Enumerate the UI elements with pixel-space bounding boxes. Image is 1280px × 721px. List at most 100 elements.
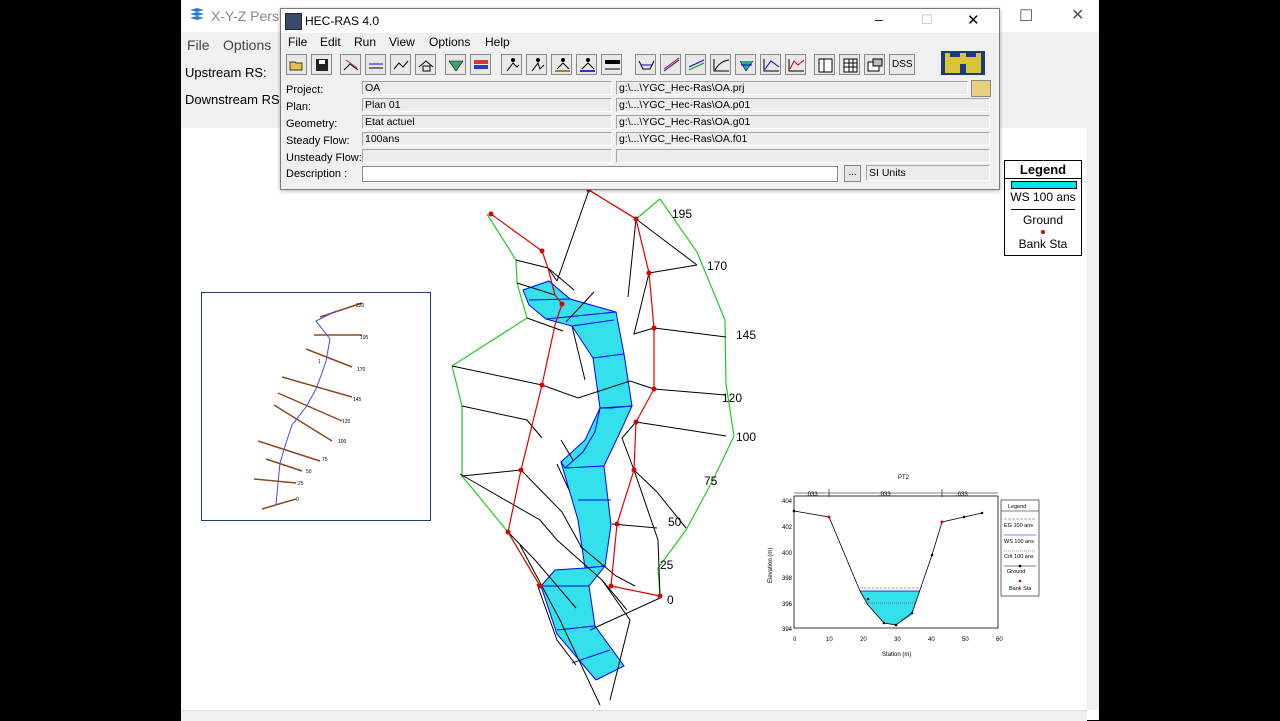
water-surface-mid: [560, 405, 633, 569]
xs-ylabel: Elevation (m): [768, 548, 774, 583]
downstream-rs-label: Downstream RS:: [185, 92, 284, 107]
open-icon[interactable]: [286, 54, 307, 75]
xs-ytick: 396: [782, 602, 793, 608]
app-icon: [189, 7, 205, 26]
window-title: X-Y-Z Persp: [211, 8, 287, 24]
profile-table-icon[interactable]: [839, 54, 860, 75]
save-icon[interactable]: [311, 54, 332, 75]
menu-edit[interactable]: Edit: [320, 35, 341, 49]
plan-view-inset: 220 195 170 145 120 100 75 50 25 0 1: [201, 292, 431, 521]
inset-station-label: 75: [322, 457, 328, 463]
inset-station-label: 120: [342, 419, 351, 425]
sediment-analysis-icon[interactable]: [551, 54, 572, 75]
legend-title: Legend: [1019, 162, 1067, 177]
quasi-unsteady-icon[interactable]: [415, 54, 436, 75]
xs-ytick: 402: [782, 525, 793, 531]
vertical-scrollbar[interactable]: [1087, 128, 1099, 710]
bank-swatch: [1041, 230, 1045, 234]
xs-xlabel: Station (m): [882, 652, 911, 658]
cross-section-plot-icon[interactable]: [635, 54, 656, 75]
description-input[interactable]: [362, 166, 838, 182]
hydrograph-icon[interactable]: [785, 54, 806, 75]
station-label: 25: [660, 558, 674, 572]
sediment-icon[interactable]: [445, 54, 466, 75]
xs-ytick: 400: [782, 551, 793, 557]
minimize-icon[interactable]: –: [875, 11, 883, 27]
profile-plot-icon[interactable]: [660, 54, 681, 75]
steady-flow-label: Steady Flow:: [286, 135, 350, 147]
unsteady-flow-value: [362, 149, 612, 163]
dss-icon[interactable]: DSS: [889, 54, 915, 75]
ws-swatch: [1011, 181, 1077, 189]
hecras-titlebar: HEC-RAS 4.0 – ☐ ✕: [281, 9, 999, 33]
steady-flow-value: 100ans: [362, 132, 612, 146]
unsteady-flow-label: Unsteady Flow:: [286, 152, 362, 164]
inset-station-label: 195: [360, 335, 369, 341]
station-label: 75: [704, 474, 718, 488]
folder-icon[interactable]: [971, 80, 991, 97]
steady-analysis-icon[interactable]: [501, 54, 522, 75]
geometry-path: g:\...\YGC_Hec-Ras\OA.g01: [616, 115, 990, 129]
menu-file[interactable]: File: [288, 35, 307, 49]
close-icon[interactable]: ✕: [1071, 5, 1084, 25]
xs-legend-item: Ground: [1007, 569, 1025, 575]
project-path: g:\...\YGC_Hec-Ras\OA.prj: [616, 81, 968, 95]
xs-ytick: 394: [782, 627, 793, 633]
xs-xtick: 30: [894, 637, 901, 643]
station-label: 0: [667, 593, 674, 607]
legend-ground: Ground: [1022, 213, 1064, 227]
inset-station-label: 25: [298, 481, 304, 487]
xs-xtick: 50: [962, 637, 969, 643]
hecras-menubar: File Edit Run View Options Help: [281, 33, 999, 53]
station-label: 170: [707, 259, 727, 273]
menu-options[interactable]: Options: [223, 37, 271, 53]
menu-view[interactable]: View: [389, 35, 415, 49]
detailed-table-icon[interactable]: [814, 54, 835, 75]
steady-flow-icon[interactable]: [365, 54, 386, 75]
menu-options[interactable]: Options: [429, 35, 470, 49]
hecras-main-window: HEC-RAS 4.0 – ☐ ✕ File Edit Run View Opt…: [280, 8, 1000, 190]
xyz-plot-icon[interactable]: [735, 54, 756, 75]
usace-castle-icon: [939, 49, 987, 77]
menu-run[interactable]: Run: [354, 35, 376, 49]
unsteady-flow-path: [616, 149, 990, 163]
menu-help[interactable]: Help: [485, 35, 510, 49]
water-quality-icon[interactable]: [470, 54, 491, 75]
legend-ws: WS 100 ans: [1010, 190, 1076, 204]
menu-file[interactable]: File: [187, 37, 210, 53]
hydraulic-design-icon[interactable]: [601, 54, 622, 75]
xs-legend-item: Crit 100 ans: [1004, 554, 1034, 560]
hecras-app-icon: [285, 13, 302, 30]
description-ellipsis-button[interactable]: ...: [844, 165, 861, 182]
horizontal-scrollbar[interactable]: [181, 710, 1087, 721]
inset-rs-marker: 1: [318, 359, 321, 365]
xs-legend-item: WS 100 ans: [1004, 539, 1034, 545]
project-label: Project:: [286, 84, 324, 96]
maximize-icon[interactable]: ☐: [1019, 6, 1033, 26]
ground-swatch: [1011, 209, 1075, 210]
geometry-label: Geometry:: [286, 118, 338, 130]
unsteady-analysis-icon[interactable]: [526, 54, 547, 75]
general-profile-icon[interactable]: [710, 54, 731, 75]
geometry-icon[interactable]: [340, 54, 361, 75]
plan-label: Plan:: [286, 101, 312, 113]
rating-curve-icon[interactable]: [685, 54, 706, 75]
station-label: 195: [672, 207, 692, 221]
xs-xtick: 20: [860, 637, 867, 643]
station-label: 120: [722, 391, 742, 405]
description-label: Description :: [286, 168, 348, 180]
maximize-icon[interactable]: ☐: [921, 12, 933, 28]
xs-legend-title: Legend: [1008, 504, 1026, 510]
xs-title: PT2: [898, 475, 910, 481]
stage-flow-icon[interactable]: [760, 54, 781, 75]
close-icon[interactable]: ✕: [967, 11, 980, 29]
units-field: SI Units: [866, 165, 990, 181]
legend-divider: [1005, 178, 1081, 179]
station-label: 50: [668, 515, 682, 529]
plot-legend: Legend WS 100 ans Ground Bank Sta: [1004, 160, 1082, 256]
project-value: OA: [362, 81, 612, 95]
summary-icon[interactable]: [864, 54, 885, 75]
unsteady-flow-icon[interactable]: [390, 54, 411, 75]
inset-station-label: 145: [353, 397, 362, 403]
wq-analysis-icon[interactable]: [576, 54, 597, 75]
